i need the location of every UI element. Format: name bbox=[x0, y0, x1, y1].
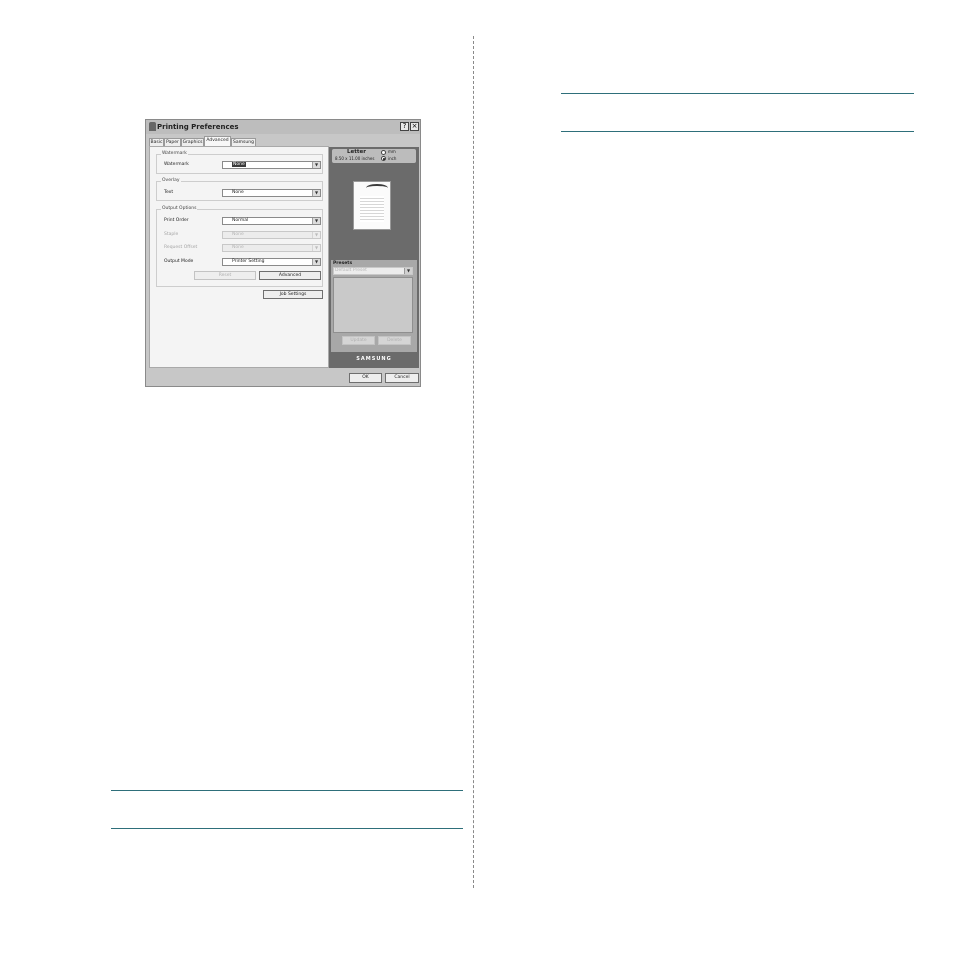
output-mode-value: Printer Setting bbox=[232, 259, 265, 264]
samsung-logo: SAMSUNG bbox=[356, 356, 392, 362]
staple-value: None bbox=[232, 232, 244, 237]
tab-basic[interactable]: Basic bbox=[149, 138, 164, 146]
chevron-down-icon[interactable]: ▼ bbox=[312, 232, 320, 238]
chevron-down-icon[interactable]: ▼ bbox=[312, 259, 320, 265]
overlay-select[interactable]: None ▼ bbox=[222, 189, 321, 197]
output-mode-label: Output Mode bbox=[164, 259, 194, 264]
chevron-down-icon[interactable]: ▼ bbox=[312, 190, 320, 196]
watermark-group-title: Watermark bbox=[161, 151, 188, 157]
tab-graphics[interactable]: Graphics bbox=[181, 138, 204, 146]
chevron-down-icon[interactable]: ▼ bbox=[312, 218, 320, 224]
right-note-rule-top bbox=[561, 93, 914, 94]
advanced-tab-panel: Watermark Watermark None ▼ Overlay Text … bbox=[149, 146, 329, 368]
output-mode-select[interactable]: Printer Setting ▼ bbox=[222, 258, 321, 266]
paper-preview-panel: Letter 8.50 x 11.00 inches mm inch Prese… bbox=[329, 147, 419, 368]
staple-label: Staple bbox=[164, 232, 179, 237]
overlay-group-title: Overlay bbox=[161, 178, 181, 184]
dialog-title: Printing Preferences bbox=[157, 123, 239, 131]
page-column-divider bbox=[473, 36, 474, 888]
print-order-label: Print Order bbox=[164, 218, 189, 223]
staple-select[interactable]: None ▼ bbox=[222, 231, 321, 239]
presets-select[interactable]: Default Preset ▼ bbox=[333, 267, 413, 275]
presets-value: Default Preset bbox=[335, 268, 367, 273]
tab-paper[interactable]: Paper bbox=[164, 138, 181, 146]
overlay-text-label: Text bbox=[164, 190, 174, 195]
page-preview bbox=[353, 181, 391, 230]
print-order-select[interactable]: Normal ▼ bbox=[222, 217, 321, 225]
printing-preferences-dialog: Printing Preferences ? × Basic Paper Gra… bbox=[145, 119, 421, 387]
job-settings-button[interactable]: Job Settings bbox=[263, 290, 323, 299]
watermark-label: Watermark bbox=[164, 162, 189, 167]
ok-button[interactable]: OK bbox=[349, 373, 382, 383]
help-button[interactable]: ? bbox=[400, 122, 409, 131]
output-options-group-title: Output Options bbox=[161, 206, 198, 212]
paper-info-box: Letter 8.50 x 11.00 inches mm inch bbox=[332, 149, 416, 163]
radio-mm[interactable] bbox=[381, 150, 386, 155]
request-offset-value: None bbox=[232, 245, 244, 250]
request-offset-select[interactable]: None ▼ bbox=[222, 244, 321, 252]
cancel-button[interactable]: Cancel bbox=[385, 373, 419, 383]
radio-inch[interactable] bbox=[381, 156, 386, 161]
presets-list[interactable] bbox=[333, 277, 413, 333]
watermark-select[interactable]: None ▼ bbox=[222, 161, 321, 169]
dialog-titlebar[interactable]: Printing Preferences ? × bbox=[146, 120, 420, 134]
watermark-group: Watermark Watermark None ▼ bbox=[156, 151, 323, 174]
chevron-down-icon[interactable]: ▼ bbox=[404, 268, 412, 274]
unit-mm-label: mm bbox=[388, 149, 396, 154]
overlay-value: None bbox=[232, 190, 244, 195]
overlay-group: Overlay Text None ▼ bbox=[156, 178, 323, 201]
watermark-value: None bbox=[232, 162, 246, 167]
request-offset-label: Request Offset bbox=[164, 245, 198, 250]
tab-advanced[interactable]: Advanced bbox=[204, 136, 231, 146]
right-note-rule-bottom bbox=[561, 131, 914, 132]
samsung-swoosh-graphic bbox=[366, 184, 388, 192]
chevron-down-icon[interactable]: ▼ bbox=[312, 162, 320, 168]
printer-icon bbox=[149, 122, 156, 131]
paper-size: 8.50 x 11.00 inches bbox=[335, 156, 375, 161]
output-options-group: Output Options Print Order Normal ▼ Stap… bbox=[156, 206, 323, 287]
page-preview-lines bbox=[360, 196, 384, 222]
chevron-down-icon[interactable]: ▼ bbox=[312, 245, 320, 251]
unit-inch-label: inch bbox=[388, 156, 397, 161]
left-note-rule-top bbox=[111, 790, 463, 791]
paper-name: Letter bbox=[347, 149, 366, 155]
advanced-button[interactable]: Advanced bbox=[259, 271, 321, 280]
presets-panel: Presets Default Preset ▼ Update Delete bbox=[331, 260, 417, 352]
print-order-value: Normal bbox=[232, 218, 249, 223]
close-button[interactable]: × bbox=[410, 122, 419, 131]
update-preset-button[interactable]: Update bbox=[342, 336, 375, 345]
tab-samsung[interactable]: Samsung bbox=[231, 138, 256, 146]
radio-inch-dot bbox=[383, 158, 385, 160]
left-note-rule-bottom bbox=[111, 828, 463, 829]
reset-button[interactable]: Reset bbox=[194, 271, 256, 280]
delete-preset-button[interactable]: Delete bbox=[378, 336, 411, 345]
